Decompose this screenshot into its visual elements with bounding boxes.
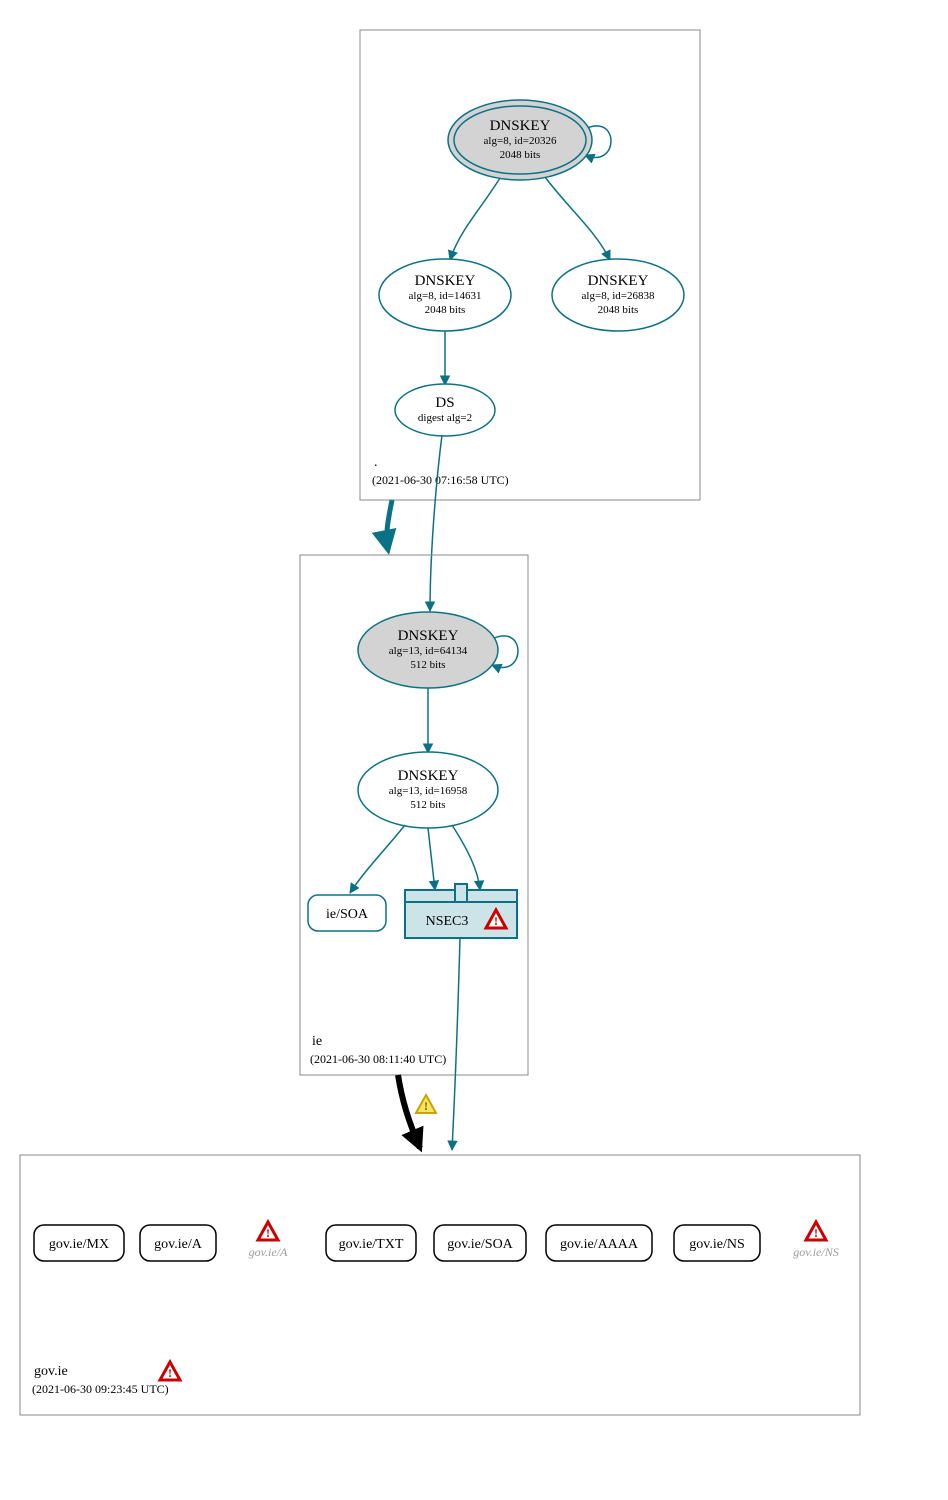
edge-rksk-rzsk2: [545, 177, 610, 260]
svg-text:!: !: [814, 1226, 818, 1240]
govie-aaaa-label: gov.ie/AAAA: [560, 1237, 639, 1252]
edge-nsec3-govie: [452, 938, 460, 1150]
govie-zone-time: (2021-06-30 09:23:45 UTC): [32, 1382, 169, 1396]
root-zsk2-sub1: alg=8, id=26838: [582, 290, 655, 302]
root-zone-name: .: [374, 455, 378, 470]
root-ksk-sub1: alg=8, id=20326: [484, 135, 557, 147]
govie-ns-grey: gov.ie/NS: [793, 1245, 838, 1259]
govie-mx-label: gov.ie/MX: [49, 1237, 109, 1252]
warning-icon: !: [806, 1222, 826, 1240]
govie-txt-label: gov.ie/TXT: [339, 1237, 404, 1252]
root-ds-sub1: digest alg=2: [418, 412, 472, 424]
ie-soa-label: ie/SOA: [326, 907, 369, 922]
govie-a-grey: gov.ie/A: [249, 1245, 288, 1259]
svg-text:!: !: [168, 1366, 172, 1380]
svg-text:!: !: [494, 914, 498, 928]
govie-ns-label: gov.ie/NS: [689, 1237, 744, 1252]
edge-iezsk-nsec3-b: [452, 825, 480, 890]
root-zsk2-sub2: 2048 bits: [598, 304, 639, 316]
ie-zsk-title: DNSKEY: [398, 768, 459, 784]
warning-icon: !: [416, 1095, 436, 1113]
govie-zone-name: gov.ie: [34, 1364, 68, 1379]
root-zsk1-sub2: 2048 bits: [425, 304, 466, 316]
edge-rksk-rzsk1: [450, 178, 500, 260]
ie-zone-name: ie: [312, 1034, 322, 1049]
ie-nsec3-group: NSEC3 !: [405, 884, 517, 938]
root-ksk-sub2: 2048 bits: [500, 149, 541, 161]
warning-icon: !: [258, 1222, 278, 1240]
edge-root-to-ie-zone: [387, 500, 392, 550]
root-zsk1-title: DNSKEY: [415, 273, 476, 289]
ie-zone-time: (2021-06-30 08:11:40 UTC): [310, 1052, 446, 1066]
root-zsk2-title: DNSKEY: [588, 273, 649, 289]
ie-ksk-sub2: 512 bits: [410, 659, 445, 671]
root-ds-title: DS: [435, 395, 454, 411]
dnssec-diagram: . (2021-06-30 07:16:58 UTC) DNSKEY alg=8…: [10, 10, 938, 1490]
root-zone-time: (2021-06-30 07:16:58 UTC): [372, 473, 509, 487]
govie-a-label: gov.ie/A: [154, 1237, 203, 1252]
svg-text:!: !: [266, 1226, 270, 1240]
ie-zsk-sub1: alg=13, id=16958: [389, 785, 468, 797]
root-zsk1-sub1: alg=8, id=14631: [409, 290, 482, 302]
ie-ksk-sub1: alg=13, id=64134: [389, 645, 468, 657]
govie-zone-box: [20, 1155, 860, 1415]
edge-iezsk-nsec3-a: [428, 828, 435, 890]
warning-icon: !: [160, 1362, 180, 1380]
root-ksk-title: DNSKEY: [490, 118, 551, 134]
edge-iezsk-iesoa: [350, 825, 405, 893]
ie-nsec3-label: NSEC3: [426, 914, 469, 929]
edge-ds-ieksk: [430, 435, 442, 611]
ie-ksk-title: DNSKEY: [398, 628, 459, 644]
ie-zsk-sub2: 512 bits: [410, 799, 445, 811]
govie-soa-label: gov.ie/SOA: [447, 1237, 513, 1252]
svg-text:!: !: [424, 1099, 428, 1113]
